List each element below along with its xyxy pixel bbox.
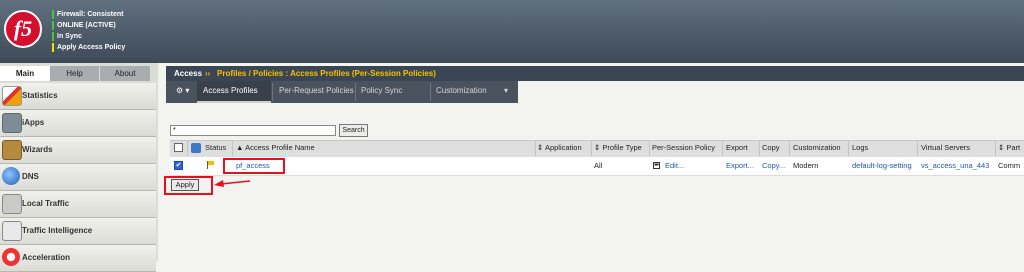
col-partition[interactable]: ⇕ Part (998, 140, 1020, 156)
iapps-icon (2, 113, 22, 133)
status-sync[interactable]: In Sync (52, 31, 82, 42)
sidebar-item-label: Traffic Intelligence (22, 226, 93, 235)
export-link[interactable]: Export... (726, 157, 754, 175)
sidebar-item-label: DNS (22, 172, 39, 181)
tab-about[interactable]: About (100, 66, 150, 81)
sidebar-item-statistics[interactable]: Statistics (0, 83, 156, 110)
col-copy: Copy (762, 143, 780, 152)
sidebar-item-dns[interactable]: DNS (0, 164, 156, 191)
col-name[interactable]: ▲ Access Profile Name (236, 140, 315, 156)
sidebar-item-label: Acceleration (22, 253, 71, 262)
traffic-intelligence-icon (2, 221, 22, 241)
top-banner (0, 0, 1024, 63)
page-title: Profiles / Policies : Access Profiles (P… (217, 69, 436, 78)
highlight-box (223, 158, 285, 174)
col-customization: Customization (793, 143, 841, 152)
sidebar-item-label: iApps (22, 118, 45, 127)
column-divider (995, 141, 996, 156)
acceleration-icon (2, 248, 20, 266)
tab-policy-sync[interactable]: Policy Sync (355, 81, 429, 103)
sidebar-item-iapps[interactable]: iApps (0, 110, 156, 137)
column-divider (722, 141, 723, 156)
breadcrumb-separator: ›› (205, 69, 211, 78)
column-divider (535, 141, 536, 156)
tab-main[interactable]: Main (0, 66, 50, 81)
search-button[interactable]: Search (339, 124, 368, 137)
column-divider (649, 141, 650, 156)
statistics-icon (2, 86, 22, 106)
tab-per-request-policies[interactable]: Per-Request Policies (273, 81, 355, 103)
arrow-icon (214, 180, 251, 187)
wizards-icon (2, 140, 22, 160)
select-all-checkbox[interactable] (174, 143, 183, 152)
edit-policy-link[interactable]: Edit... (665, 157, 684, 175)
chevron-down-icon[interactable]: ▾ (502, 81, 516, 103)
col-logs: Logs (852, 143, 869, 152)
profile-type-cell: All (594, 161, 603, 170)
column-divider (789, 141, 790, 156)
tab-help[interactable]: Help (50, 66, 99, 81)
status-apply-policy[interactable]: Apply Access Policy (52, 42, 125, 53)
globe-icon (2, 167, 20, 185)
local-traffic-icon (2, 194, 22, 214)
logs-link[interactable]: default-log-setting (852, 157, 912, 175)
col-per-session-policy: Per-Session Policy (652, 143, 715, 152)
row-checkbox[interactable]: ✔ (174, 161, 183, 170)
sidebar-item-label: Wizards (22, 145, 53, 154)
col-virtual-servers: Virtual Servers (921, 143, 971, 152)
tab-access-profiles[interactable]: Access Profiles (197, 81, 271, 103)
sidebar-item-label: Statistics (22, 91, 58, 100)
column-divider (591, 141, 592, 156)
col-status[interactable]: Status (205, 140, 226, 156)
status-firewall: Firewall: Consistent (52, 9, 124, 20)
copy-link[interactable]: Copy... (762, 157, 785, 175)
col-export: Export (726, 143, 748, 152)
partition-cell: Comm (998, 161, 1021, 170)
column-divider (187, 141, 188, 156)
apply-button[interactable]: Apply (171, 179, 199, 191)
column-divider (759, 141, 760, 156)
policy-icon (653, 162, 660, 169)
sidebar-item-local-traffic[interactable]: Local Traffic (0, 191, 156, 218)
sidebar-item-traffic-intelligence[interactable]: Traffic Intelligence (0, 218, 156, 245)
col-profile-type[interactable]: ⇕ Profile Type (594, 140, 642, 156)
virtual-server-link[interactable]: vs_access_una_443 (921, 157, 989, 175)
f5-logo[interactable]: f5 (4, 10, 42, 48)
column-divider (232, 141, 233, 156)
column-divider (848, 141, 849, 156)
breadcrumb-section[interactable]: Access (174, 66, 202, 81)
col-application[interactable]: ⇕ Application (537, 140, 582, 156)
status-online: ONLINE (ACTIVE) (52, 20, 116, 31)
column-divider (917, 141, 918, 156)
search-input[interactable] (170, 125, 336, 136)
flag-icon (207, 161, 214, 169)
status-filter-icon[interactable] (191, 143, 201, 153)
sidebar-item-acceleration[interactable]: Acceleration (0, 245, 156, 272)
sidebar-item-label: Local Traffic (22, 199, 70, 208)
customization-cell: Modern (793, 161, 819, 170)
gear-icon[interactable]: ⚙ ▾ (170, 81, 198, 103)
sidebar-item-wizards[interactable]: Wizards (0, 137, 156, 164)
